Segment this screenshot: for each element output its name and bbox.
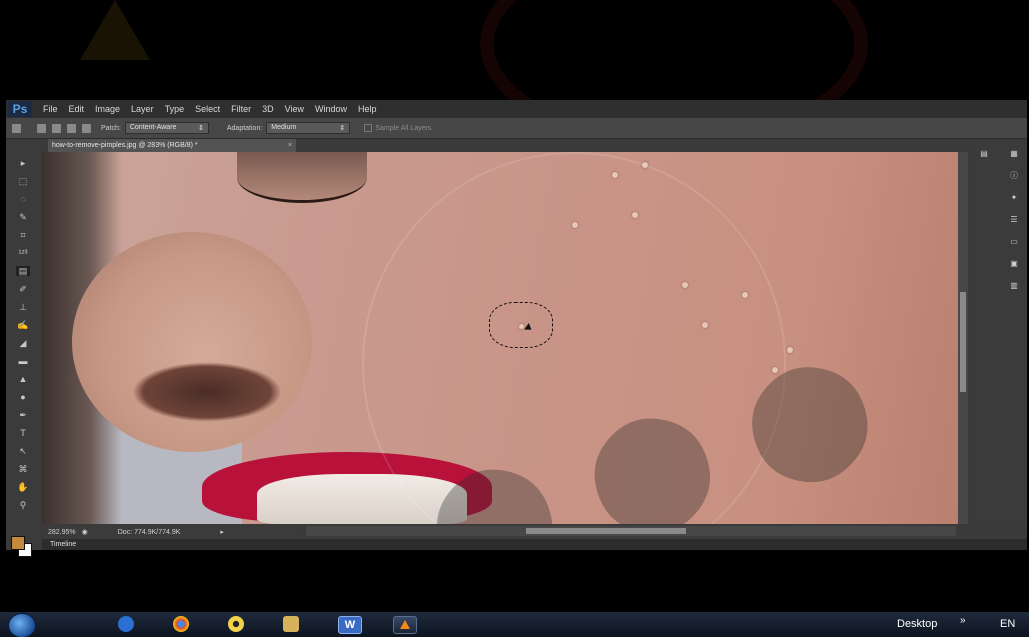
toolbar-overflow-icon[interactable]: » — [960, 615, 966, 626]
menu-3d[interactable]: 3D — [262, 104, 274, 114]
document-tab-title: how-to-remove-pimples.jpg @ 283% (RGB/8)… — [52, 142, 198, 149]
eyedropper-tool-icon[interactable]: ¹²³ — [16, 248, 30, 258]
vertical-scroll-thumb[interactable] — [960, 292, 966, 392]
menu-file[interactable]: File — [43, 104, 58, 114]
sample-all-layers-label: Sample All Layers — [375, 124, 432, 132]
select-arrows-icon: ⇕ — [197, 125, 204, 132]
right-panel-dock: ▤ ▦ ⓘ ✦ ☰ ▭ ▣ ▥ — [970, 140, 1027, 526]
adjustments-panel-icon[interactable]: ✦ — [1009, 194, 1019, 202]
adaptation-select[interactable]: Medium ⇕ — [266, 122, 351, 134]
photoshop-window: Ps File Edit Image Layer Type Select Fil… — [6, 100, 1027, 557]
move-tool-icon[interactable]: ▸ — [16, 158, 30, 168]
chrome-icon[interactable] — [173, 616, 189, 632]
select-arrows-icon: ⇕ — [339, 125, 346, 132]
paths-panel-icon[interactable]: ▣ — [1009, 260, 1019, 268]
new-selection-icon[interactable] — [37, 123, 46, 133]
intersect-selection-icon[interactable] — [82, 123, 91, 133]
media-player-icon[interactable] — [228, 616, 244, 632]
status-info-icon[interactable]: ◉ — [82, 528, 88, 536]
menu-bar: Ps File Edit Image Layer Type Select Fil… — [6, 100, 1027, 118]
adaptation-select-value: Medium — [271, 124, 297, 131]
foreground-color-swatch[interactable] — [11, 536, 25, 550]
menu-layer[interactable]: Layer — [131, 104, 154, 114]
layers-panel-icon[interactable]: ▦ — [1009, 150, 1019, 158]
adaptation-label: Adaptation: — [226, 124, 263, 132]
stamp-tool-icon[interactable]: ⊥ — [16, 302, 30, 312]
properties-panel-icon[interactable]: ☰ — [1009, 216, 1019, 224]
word-icon[interactable]: W — [338, 616, 362, 634]
patch-label: Patch: — [101, 124, 121, 132]
blur-tool-icon[interactable]: ▲ — [16, 374, 30, 384]
timeline-panel: Timeline — [42, 539, 1027, 550]
history-brush-tool-icon[interactable]: ✍ — [16, 320, 30, 330]
sample-all-layers-checkbox[interactable]: Sample All Layers — [364, 124, 431, 132]
channels-panel-icon[interactable]: ▭ — [1009, 238, 1019, 246]
start-button[interactable] — [8, 613, 36, 637]
info-panel-icon[interactable]: ⓘ — [1009, 172, 1019, 180]
status-menu-arrow-icon[interactable]: ▸ — [220, 528, 224, 536]
zoom-level[interactable]: 282.95% — [48, 529, 76, 536]
document-tab[interactable]: how-to-remove-pimples.jpg @ 283% (RGB/8)… — [48, 139, 296, 152]
zoom-tool-icon[interactable]: ⚲ — [16, 500, 30, 510]
pen-tool-icon[interactable]: ✒ — [16, 410, 30, 420]
menu-select[interactable]: Select — [195, 104, 220, 114]
marquee-tool-icon[interactable]: ⬚ — [16, 176, 30, 186]
status-bar: 282.95% ◉ Doc: 774.9K/774.9K ▸ — [42, 526, 302, 538]
menu-window[interactable]: Window — [315, 104, 347, 114]
menu-view[interactable]: View — [285, 104, 304, 114]
menu-edit[interactable]: Edit — [69, 104, 85, 114]
shape-tool-icon[interactable]: ⌘ — [16, 464, 30, 474]
panel-column-2: ▦ ⓘ ✦ ☰ ▭ ▣ ▥ — [1004, 150, 1024, 304]
internet-explorer-icon[interactable] — [118, 616, 134, 632]
close-tab-icon[interactable]: × — [288, 142, 292, 149]
menu-type[interactable]: Type — [165, 104, 185, 114]
hand-tool-icon[interactable]: ✋ — [16, 482, 30, 492]
eraser-tool-icon[interactable]: ◢ — [16, 338, 30, 348]
vlc-taskbar-button[interactable] — [393, 616, 417, 634]
tools-panel: ▸ ⬚ ◌ ✎ ⌗ ¹²³ ▤ ✐ ⊥ ✍ ◢ ▬ ▲ ● ✒ T ↖ ⌘ ✋ … — [6, 140, 40, 557]
image-canvas[interactable]: ⬤ ⬤ ⬤ — [42, 152, 958, 524]
styles-panel-icon[interactable]: ▥ — [1009, 282, 1019, 290]
add-selection-icon[interactable] — [52, 123, 61, 133]
patch-select[interactable]: Content-Aware ⇕ — [124, 122, 209, 134]
brush-tool-icon[interactable]: ✐ — [16, 284, 30, 294]
file-explorer-icon[interactable] — [283, 616, 299, 632]
menu-filter[interactable]: Filter — [231, 104, 251, 114]
windows-taskbar: W Desktop » EN — [0, 612, 1029, 637]
photo-eye — [237, 152, 367, 203]
checkbox-icon — [364, 124, 373, 132]
quick-select-tool-icon[interactable]: ✎ — [16, 212, 30, 222]
horizontal-scrollbar[interactable] — [306, 526, 956, 536]
type-tool-icon[interactable]: T — [16, 428, 30, 438]
patch-select-value: Content-Aware — [129, 124, 177, 131]
horizontal-scroll-thumb[interactable] — [526, 528, 686, 534]
subtract-selection-icon[interactable] — [67, 123, 76, 133]
photoshop-logo: Ps — [8, 101, 32, 117]
options-bar: Patch: Content-Aware ⇕ Adaptation: Mediu… — [6, 118, 1027, 139]
history-panel-icon[interactable]: ▤ — [979, 150, 989, 158]
background-star-shape — [80, 0, 150, 60]
language-indicator[interactable]: EN — [1000, 618, 1015, 630]
desktop-toolbar-label[interactable]: Desktop — [897, 618, 937, 630]
dodge-tool-icon[interactable]: ● — [16, 392, 30, 402]
panel-column-1: ▤ — [974, 150, 994, 172]
path-select-tool-icon[interactable]: ↖ — [16, 446, 30, 456]
photo-nostril — [132, 362, 282, 422]
menu-help[interactable]: Help — [358, 104, 377, 114]
crop-tool-icon[interactable]: ⌗ — [16, 230, 30, 240]
doc-size: Doc: 774.9K/774.9K — [117, 528, 181, 536]
gradient-tool-icon[interactable]: ▬ — [16, 356, 30, 366]
timeline-tab[interactable]: Timeline — [50, 541, 76, 548]
patch-tool-icon[interactable]: ▤ — [16, 266, 30, 276]
patch-tool-icon[interactable] — [12, 123, 21, 133]
lasso-tool-icon[interactable]: ◌ — [16, 194, 30, 204]
vlc-icon — [400, 620, 410, 629]
screen: Ps File Edit Image Layer Type Select Fil… — [0, 0, 1029, 637]
vertical-scrollbar[interactable] — [958, 152, 968, 524]
menu-image[interactable]: Image — [95, 104, 120, 114]
